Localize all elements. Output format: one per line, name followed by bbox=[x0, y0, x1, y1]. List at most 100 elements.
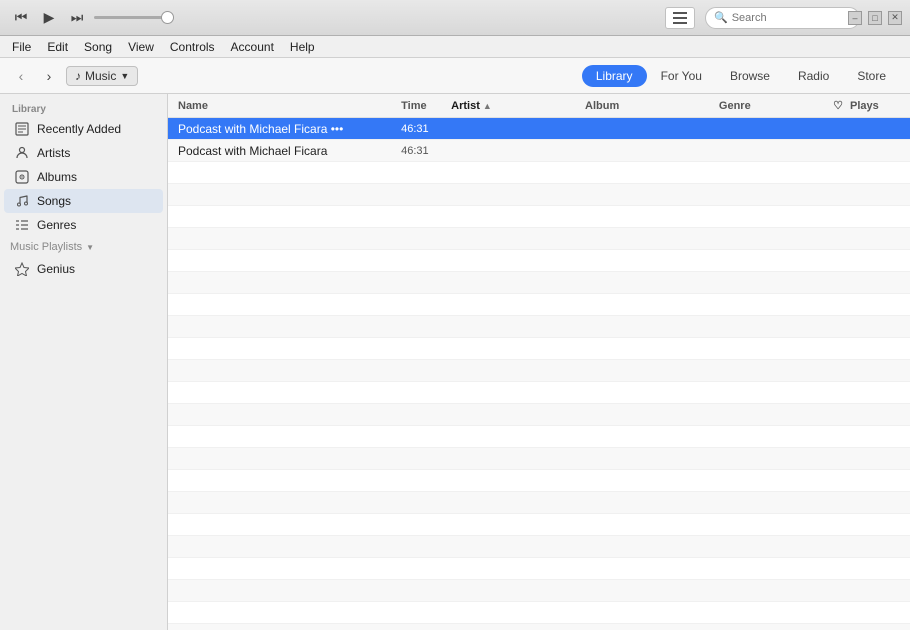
empty-row bbox=[168, 316, 910, 338]
menu-bar: File Edit Song View Controls Account Hel… bbox=[0, 36, 910, 58]
empty-row bbox=[168, 514, 910, 536]
tab-library[interactable]: Library bbox=[582, 65, 647, 87]
sidebar-item-genius[interactable]: Genius bbox=[4, 257, 163, 281]
empty-row bbox=[168, 228, 910, 250]
empty-row bbox=[168, 448, 910, 470]
sidebar-item-recently-added[interactable]: Recently Added bbox=[4, 117, 163, 141]
songs-icon bbox=[14, 193, 30, 209]
empty-row bbox=[168, 272, 910, 294]
col-header-time: Time bbox=[401, 100, 451, 112]
menu-line-1 bbox=[673, 12, 687, 14]
title-bar: ⏮ ▶ ⏭ 🔍 – □ ✕ bbox=[0, 0, 910, 36]
sidebar-item-genres[interactable]: Genres bbox=[4, 213, 163, 237]
table-body: Podcast with Michael Ficara ••• 46:31 Po… bbox=[168, 118, 910, 630]
menu-file[interactable]: File bbox=[6, 38, 37, 56]
tab-store[interactable]: Store bbox=[843, 65, 900, 87]
albums-icon bbox=[14, 169, 30, 185]
genres-icon bbox=[14, 217, 30, 233]
col-artist-label: Artist bbox=[451, 100, 480, 112]
prev-button[interactable]: ⏮ bbox=[8, 5, 34, 31]
empty-row bbox=[168, 426, 910, 448]
search-bar[interactable]: 🔍 bbox=[705, 7, 860, 29]
menu-line-2 bbox=[673, 17, 687, 19]
empty-row bbox=[168, 558, 910, 580]
artists-label: Artists bbox=[37, 146, 70, 160]
menu-icon-button[interactable] bbox=[665, 7, 695, 29]
content-area: Name Time Artist ▲ Album Genre ♡ Plays P… bbox=[168, 94, 910, 630]
chevron-down-icon: ▼ bbox=[120, 71, 129, 81]
genres-label: Genres bbox=[37, 218, 76, 232]
tab-browse[interactable]: Browse bbox=[716, 65, 784, 87]
empty-row bbox=[168, 536, 910, 558]
empty-row bbox=[168, 382, 910, 404]
library-section-label: Library bbox=[0, 100, 167, 117]
row-name-2: Podcast with Michael Ficara bbox=[178, 144, 401, 158]
menu-controls[interactable]: Controls bbox=[164, 38, 221, 56]
music-selector[interactable]: ♪ Music ▼ bbox=[66, 66, 138, 86]
empty-row bbox=[168, 624, 910, 630]
menu-song[interactable]: Song bbox=[78, 38, 118, 56]
minimize-button[interactable]: – bbox=[848, 11, 862, 25]
menu-line-3 bbox=[673, 22, 687, 24]
empty-row bbox=[168, 206, 910, 228]
volume-thumb[interactable] bbox=[161, 11, 174, 24]
maximize-button[interactable]: □ bbox=[868, 11, 882, 25]
nav-back-button[interactable]: ‹ bbox=[10, 65, 32, 87]
tab-for-you[interactable]: For You bbox=[647, 65, 716, 87]
col-header-album: Album bbox=[585, 100, 719, 112]
row-time-2: 46:31 bbox=[401, 145, 451, 157]
table-header: Name Time Artist ▲ Album Genre ♡ Plays bbox=[168, 94, 910, 118]
sidebar-item-songs[interactable]: Songs bbox=[4, 189, 163, 213]
genius-icon bbox=[14, 261, 30, 277]
transport-controls: ⏮ ▶ ⏭ bbox=[8, 5, 90, 31]
recently-added-icon bbox=[14, 121, 30, 137]
col-header-heart: ♡ bbox=[826, 99, 850, 112]
menu-view[interactable]: View bbox=[122, 38, 160, 56]
tab-bar: Library For You Browse Radio Store bbox=[582, 65, 900, 87]
songs-label: Songs bbox=[37, 194, 71, 208]
empty-row bbox=[168, 404, 910, 426]
col-header-name: Name bbox=[178, 100, 401, 112]
empty-row bbox=[168, 294, 910, 316]
menu-help[interactable]: Help bbox=[284, 38, 321, 56]
empty-row bbox=[168, 470, 910, 492]
next-button[interactable]: ⏭ bbox=[64, 5, 90, 31]
chevron-down-playlists-icon: ▼ bbox=[86, 243, 94, 252]
tab-radio[interactable]: Radio bbox=[784, 65, 843, 87]
empty-row bbox=[168, 492, 910, 514]
artists-icon bbox=[14, 145, 30, 161]
empty-row bbox=[168, 360, 910, 382]
sort-arrow-icon: ▲ bbox=[483, 101, 492, 111]
empty-row bbox=[168, 162, 910, 184]
col-header-artist[interactable]: Artist ▲ bbox=[451, 100, 585, 112]
main-layout: Library Recently Added Artists bbox=[0, 94, 910, 630]
volume-slider[interactable] bbox=[94, 16, 184, 19]
empty-row bbox=[168, 184, 910, 206]
sidebar-item-albums[interactable]: Albums bbox=[4, 165, 163, 189]
search-icon: 🔍 bbox=[714, 11, 728, 24]
empty-row bbox=[168, 580, 910, 602]
table-row[interactable]: Podcast with Michael Ficara 46:31 bbox=[168, 140, 910, 162]
genius-label: Genius bbox=[37, 262, 75, 276]
close-button[interactable]: ✕ bbox=[888, 11, 902, 25]
music-playlists-label: Music Playlists bbox=[10, 241, 82, 253]
row-name-1: Podcast with Michael Ficara ••• bbox=[178, 122, 401, 136]
music-note-icon: ♪ bbox=[75, 69, 81, 83]
col-header-plays: Plays bbox=[850, 100, 900, 112]
albums-label: Albums bbox=[37, 170, 77, 184]
sidebar: Library Recently Added Artists bbox=[0, 94, 168, 630]
nav-forward-button[interactable]: › bbox=[38, 65, 60, 87]
empty-row bbox=[168, 602, 910, 624]
menu-edit[interactable]: Edit bbox=[41, 38, 74, 56]
search-input[interactable] bbox=[732, 12, 851, 24]
window-controls: – □ ✕ bbox=[848, 11, 902, 25]
play-button[interactable]: ▶ bbox=[36, 5, 62, 31]
music-playlists-section[interactable]: Music Playlists ▼ bbox=[0, 237, 167, 257]
row-time-1: 46:31 bbox=[401, 123, 451, 135]
empty-row bbox=[168, 250, 910, 272]
nav-bar: ‹ › ♪ Music ▼ Library For You Browse Rad… bbox=[0, 58, 910, 94]
menu-account[interactable]: Account bbox=[225, 38, 280, 56]
table-row[interactable]: Podcast with Michael Ficara ••• 46:31 bbox=[168, 118, 910, 140]
recently-added-label: Recently Added bbox=[37, 122, 121, 136]
sidebar-item-artists[interactable]: Artists bbox=[4, 141, 163, 165]
